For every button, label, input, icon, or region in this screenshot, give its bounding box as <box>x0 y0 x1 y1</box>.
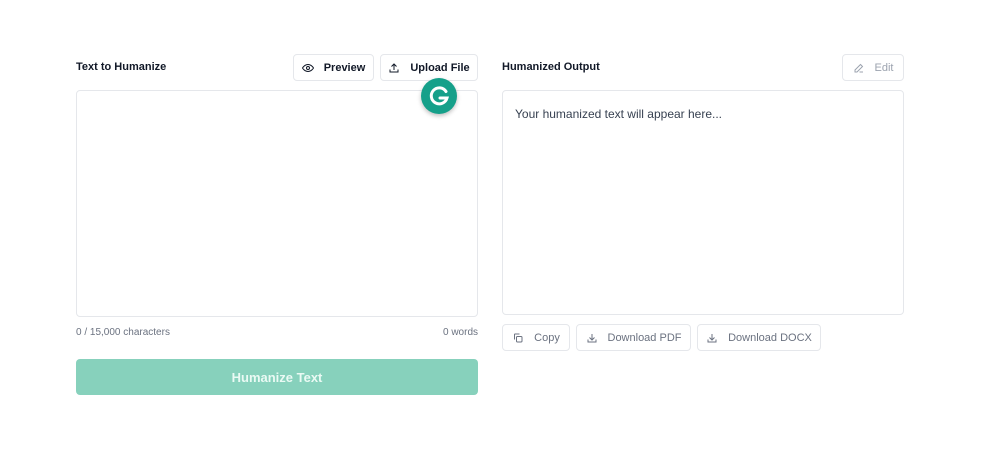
copy-icon <box>512 332 524 344</box>
upload-icon <box>388 62 400 74</box>
pencil-icon <box>853 62 865 74</box>
humanize-button[interactable]: Humanize Text <box>76 359 478 395</box>
input-title: Text to Humanize <box>76 61 167 73</box>
word-count: 0 words <box>442 327 478 338</box>
download-pdf-button[interactable]: Download PDF <box>576 324 691 351</box>
preview-button[interactable]: Preview <box>293 54 374 81</box>
upload-label: Upload File <box>410 61 470 74</box>
preview-label: Preview <box>323 61 366 74</box>
output-placeholder: Your humanized text will appear here... <box>515 107 723 121</box>
download-icon <box>586 332 598 344</box>
download-docx-label: Download DOCX <box>728 331 812 344</box>
download-docx-button[interactable]: Download DOCX <box>697 324 821 351</box>
copy-button[interactable]: Copy <box>502 324 570 351</box>
upload-file-button[interactable]: Upload File <box>380 54 478 81</box>
download-pdf-label: Download PDF <box>607 331 682 344</box>
grammarly-icon[interactable] <box>421 78 457 114</box>
output-title: Humanized Output <box>502 61 600 73</box>
edit-button[interactable]: Edit <box>842 54 904 81</box>
input-textarea[interactable] <box>76 90 478 317</box>
copy-label: Copy <box>534 331 560 344</box>
char-count: 0 / 15,000 characters <box>76 327 170 338</box>
output-area: Your humanized text will appear here... <box>502 90 904 315</box>
edit-label: Edit <box>874 61 894 74</box>
download-icon <box>706 332 718 344</box>
eye-icon <box>301 62 314 74</box>
